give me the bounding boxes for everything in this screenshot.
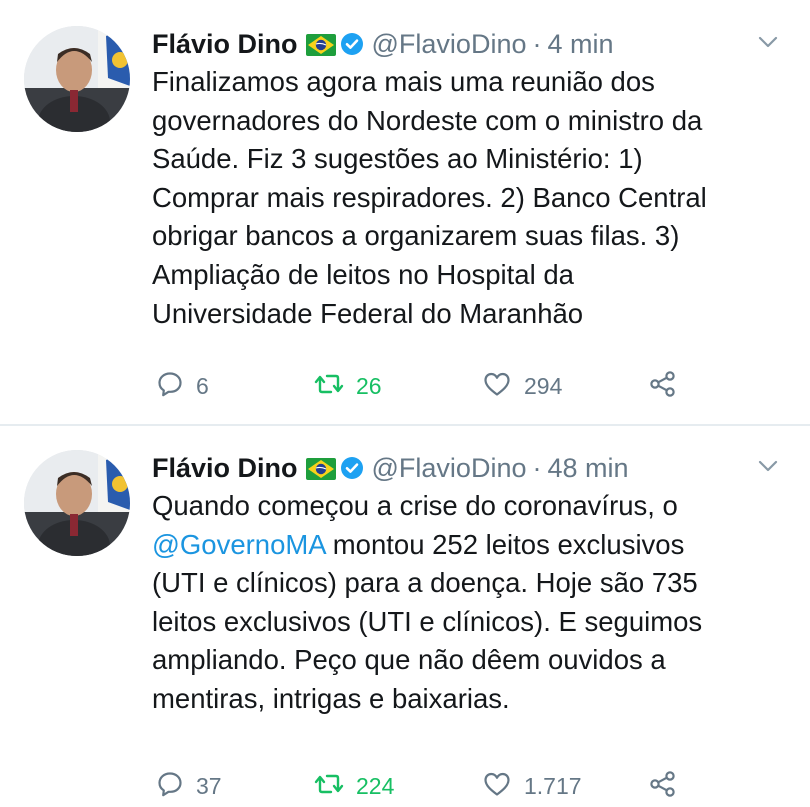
tweet-text-line: @GovernoMA montou 252 leitos exclusivos bbox=[152, 526, 792, 565]
like-button[interactable]: 1.717 bbox=[482, 769, 582, 803]
retweet-button[interactable]: 224 bbox=[314, 769, 394, 803]
tweet-text-line: governadores do Nordeste com o ministro … bbox=[152, 104, 703, 136]
mention-link[interactable]: @GovernoMA bbox=[152, 529, 325, 560]
tweet-text-line: obrigar bancos a organizarem suas filas.… bbox=[152, 220, 680, 252]
reply-button[interactable]: 6 bbox=[156, 369, 209, 403]
reply-icon bbox=[156, 770, 184, 803]
reply-count: 6 bbox=[196, 372, 209, 399]
tweet-actions: 37 224 1.717 bbox=[152, 769, 712, 803]
tweet-text-line: (UTI e clínicos) para a doença. Hoje são… bbox=[152, 567, 698, 599]
tweet-text-line: Comprar mais respiradores. 2) Banco Cent… bbox=[152, 181, 707, 213]
reply-icon bbox=[156, 370, 184, 403]
timestamp[interactable]: 4 min bbox=[547, 29, 613, 59]
tweet-text: Quando começou a crise do coronavírus, o… bbox=[152, 487, 792, 719]
tweet-text-line: Ampliação de leitos no Hospital da bbox=[152, 258, 574, 290]
reply-count: 37 bbox=[196, 772, 222, 799]
tweet-text-line: Universidade Federal do Maranhão bbox=[152, 297, 584, 329]
tweet-actions: 6 26 294 bbox=[152, 369, 712, 403]
brazil-flag-icon bbox=[305, 29, 336, 65]
timestamp[interactable]: 48 min bbox=[547, 453, 628, 483]
separator-dot: · bbox=[532, 453, 542, 483]
author-handle[interactable]: @FlavioDino bbox=[372, 29, 527, 59]
share-icon bbox=[648, 770, 678, 803]
brazil-flag-icon bbox=[305, 453, 336, 489]
tweet-text-line: Saúde. Fiz 3 sugestões ao Ministério: 1) bbox=[152, 143, 643, 175]
verified-badge-icon bbox=[340, 453, 364, 489]
author-handle[interactable]: @FlavioDino bbox=[372, 453, 527, 483]
author-name[interactable]: Flávio Dino bbox=[152, 453, 298, 483]
tweet-header: Flávio Dino @FlavioDino · 4 min bbox=[152, 26, 614, 62]
heart-icon bbox=[482, 370, 512, 403]
chevron-down-icon[interactable] bbox=[756, 454, 780, 478]
tweet-text-line: Quando começou a crise do coronavírus, o bbox=[152, 490, 678, 521]
tweet-text: Finalizamos agora mais uma reunião dos g… bbox=[152, 63, 792, 333]
share-icon bbox=[648, 370, 678, 403]
retweet-count: 26 bbox=[356, 372, 382, 399]
tweet-header: Flávio Dino @FlavioDino · 48 min bbox=[152, 450, 629, 486]
verified-badge-icon bbox=[340, 29, 364, 65]
retweet-count: 224 bbox=[356, 772, 395, 799]
chevron-down-icon[interactable] bbox=[756, 30, 780, 54]
retweet-icon bbox=[314, 370, 344, 403]
tweet[interactable]: Flávio Dino @FlavioDino · 4 min Finalizamos… bbox=[0, 0, 810, 424]
avatar[interactable] bbox=[24, 26, 130, 132]
separator-dot: · bbox=[532, 29, 542, 59]
tweet-text-fragment: montou 252 leitos exclusivos bbox=[325, 528, 685, 560]
like-button[interactable]: 294 bbox=[482, 369, 562, 403]
like-count: 294 bbox=[524, 372, 563, 399]
retweet-button[interactable]: 26 bbox=[314, 369, 382, 403]
heart-icon bbox=[482, 770, 512, 803]
share-button[interactable] bbox=[648, 769, 678, 803]
retweet-icon bbox=[314, 770, 344, 803]
author-name[interactable]: Flávio Dino bbox=[152, 29, 298, 59]
tweet-text-line: leitos exclusivos (UTI e clínicos). E se… bbox=[152, 605, 703, 637]
share-button[interactable] bbox=[648, 369, 678, 403]
avatar[interactable] bbox=[24, 450, 130, 556]
tweet-text-line: mentiras, intrigas e baixarias. bbox=[152, 682, 510, 714]
tweet-text-line: ampliando. Peço que não dêem ouvidos a bbox=[152, 644, 666, 676]
tweet-text-line: Finalizamos agora mais uma reunião dos bbox=[152, 66, 655, 97]
tweet[interactable]: Flávio Dino @FlavioDino · 48 min Quando com… bbox=[0, 426, 810, 807]
reply-button[interactable]: 37 bbox=[156, 769, 222, 803]
like-count: 1.717 bbox=[524, 772, 582, 799]
